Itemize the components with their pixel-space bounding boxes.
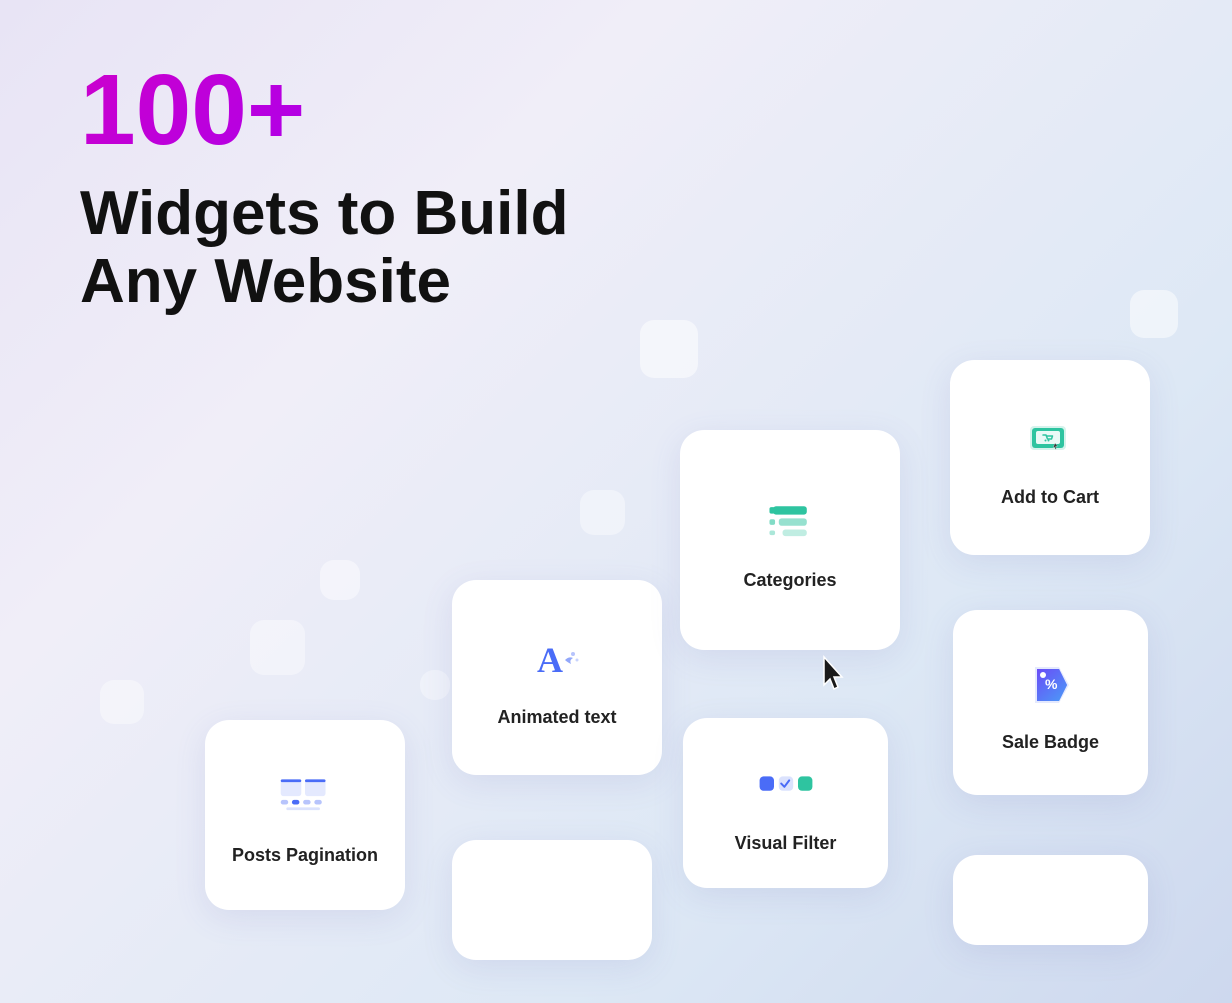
hero-subtitle: Widgets to Build Any Website bbox=[80, 180, 640, 316]
deco-square-2 bbox=[580, 490, 625, 535]
posts-pagination-icon bbox=[277, 770, 333, 831]
add-to-cart-label: Add to Cart bbox=[1001, 487, 1099, 509]
deco-square-4 bbox=[250, 620, 305, 675]
card-sale-badge[interactable]: % Sale Badge bbox=[953, 610, 1148, 795]
deco-square-7 bbox=[100, 680, 144, 724]
card-posts-pagination[interactable]: Posts Pagination bbox=[205, 720, 405, 910]
sale-badge-label: Sale Badge bbox=[1002, 732, 1099, 754]
add-to-cart-icon bbox=[1022, 412, 1078, 473]
categories-icon bbox=[762, 495, 818, 556]
svg-text:%: % bbox=[1045, 676, 1058, 692]
animated-text-label: Animated text bbox=[497, 707, 616, 729]
card-partial-bottom-right[interactable] bbox=[953, 855, 1148, 945]
visual-filter-icon bbox=[758, 758, 814, 819]
card-partial-bottom[interactable] bbox=[452, 840, 652, 960]
posts-pagination-label: Posts Pagination bbox=[232, 845, 378, 867]
deco-square-8 bbox=[420, 670, 450, 700]
cursor-pointer bbox=[820, 655, 852, 693]
hero-number: 100+ bbox=[80, 60, 1152, 160]
hero-subtitle-line1: Widgets to Build bbox=[80, 179, 569, 248]
card-add-to-cart[interactable]: Add to Cart bbox=[950, 360, 1150, 555]
main-container: 100+ Widgets to Build Any Website bbox=[0, 0, 1232, 1003]
categories-label: Categories bbox=[743, 570, 836, 592]
deco-square-5 bbox=[1130, 290, 1178, 338]
card-categories[interactable]: Categories bbox=[680, 430, 900, 650]
animated-text-icon: A bbox=[529, 632, 585, 693]
deco-square-3 bbox=[320, 560, 360, 600]
sale-badge-icon: % bbox=[1023, 657, 1079, 718]
hero-subtitle-line2: Any Website bbox=[80, 247, 451, 316]
visual-filter-label: Visual Filter bbox=[735, 833, 837, 855]
deco-square-1 bbox=[640, 320, 698, 378]
svg-text:A: A bbox=[537, 640, 563, 680]
card-animated-text[interactable]: A Animated text bbox=[452, 580, 662, 775]
card-visual-filter[interactable]: Visual Filter bbox=[683, 718, 888, 888]
